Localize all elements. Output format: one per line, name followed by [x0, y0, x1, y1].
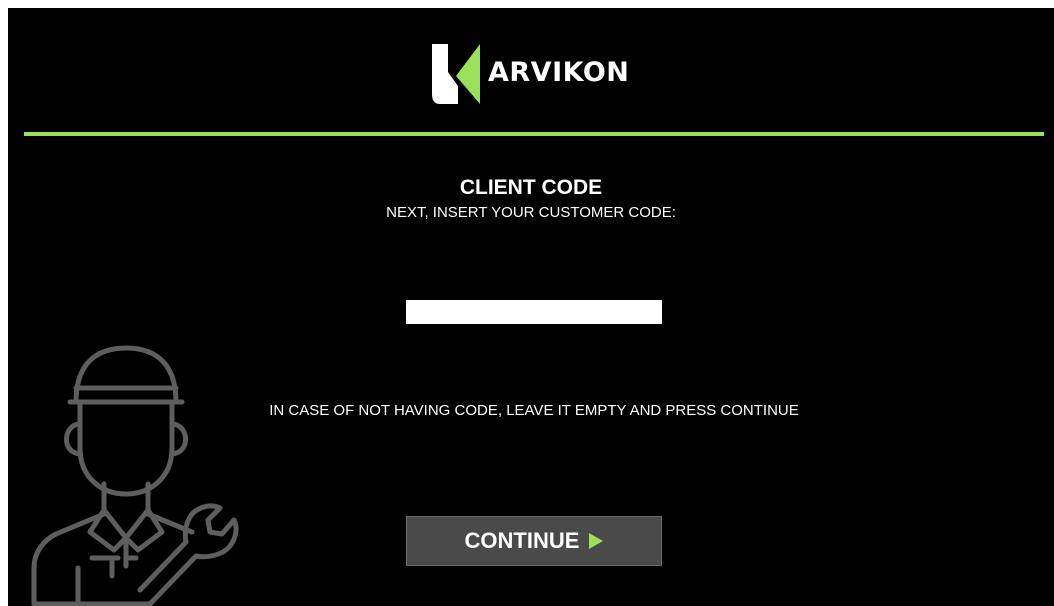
mechanic-with-wrench-icon [31, 345, 239, 606]
app-screen: ARVIKON CLIENT CODE NEXT, INSERT YOUR CU… [8, 8, 1054, 606]
brand-logo: ARVIKON [428, 42, 630, 106]
brand-name: ARVIKON [488, 57, 630, 88]
continue-button-label: CONTINUE [464, 528, 580, 553]
header-divider [24, 132, 1044, 136]
empty-code-notice: IN CASE OF NOT HAVING CODE, LEAVE IT EMP… [269, 402, 799, 419]
play-arrow-icon [589, 533, 604, 549]
client-code-input[interactable] [406, 300, 662, 324]
page-subtitle: NEXT, INSERT YOUR CUSTOMER CODE: [386, 204, 676, 221]
arvikon-leaf-icon [432, 44, 480, 104]
page-title: CLIENT CODE [459, 176, 603, 199]
continue-button[interactable]: CONTINUE [406, 516, 662, 566]
